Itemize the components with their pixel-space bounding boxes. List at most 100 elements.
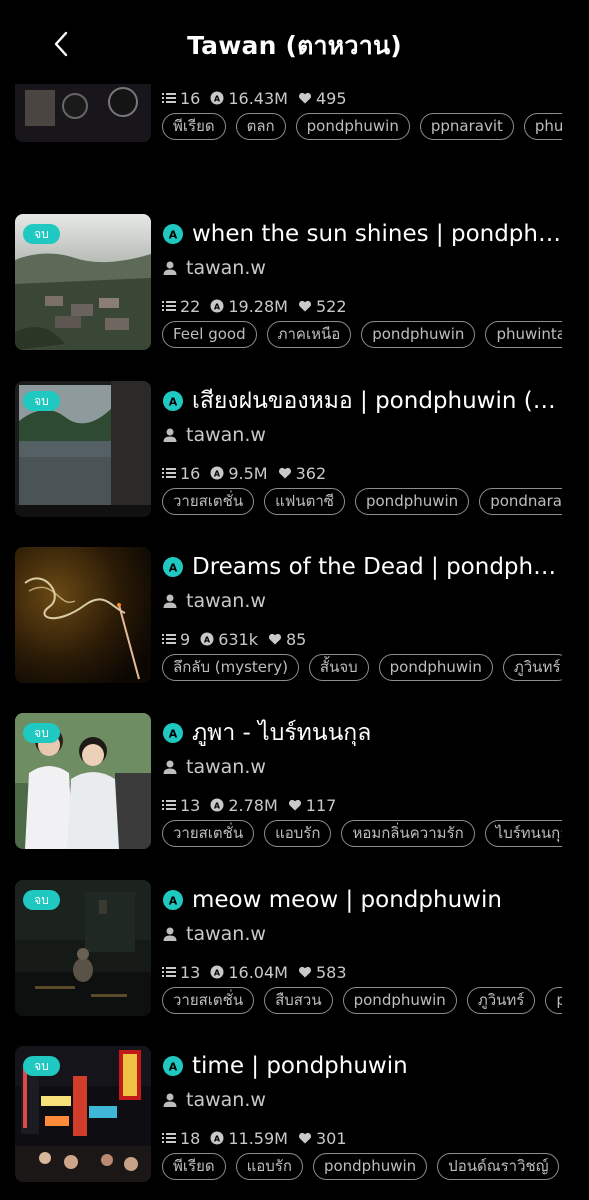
author-row[interactable]: tawan.w	[162, 256, 266, 280]
view-count: A 2.78M	[210, 795, 278, 815]
story-item[interactable]: จบ A ภูพา - ไบร์ทนนกุล tawan.w 13 A 2.78M 117 วา…	[0, 713, 589, 853]
tag-chip[interactable]: พีเรียด	[162, 113, 226, 140]
author-row[interactable]: tawan.w	[162, 1088, 266, 1112]
views-icon: A	[210, 91, 224, 105]
title-row[interactable]: A เสียงฝนของหมอ | pondphuwin (rain)	[162, 385, 562, 417]
svg-text:A: A	[214, 802, 221, 811]
title-row[interactable]: A Dreams of the Dead | pondphuwin	[162, 551, 562, 583]
story-item[interactable]: จบ A เสียงฝนของหมอ | pondphuwin (rain) tawa…	[0, 381, 589, 521]
story-cover[interactable]: จบ	[15, 214, 151, 350]
chapter-list-icon	[162, 800, 176, 810]
tag-chip[interactable]: pondphuwin	[312, 1153, 428, 1180]
tag-chip[interactable]: ppnaravit	[545, 987, 562, 1014]
svg-text:A: A	[214, 969, 221, 978]
tags-row[interactable]: วายสเตชั่น แฟนตาซี pondphuwin pondnaravit	[162, 488, 562, 516]
chapter-count-value: 13	[180, 962, 201, 982]
tag-chip[interactable]: pondphuwin	[378, 654, 493, 681]
tag-chip[interactable]: ตลก	[235, 113, 286, 140]
heart-icon	[298, 966, 311, 978]
heart-icon	[298, 300, 311, 312]
story-item[interactable]: จบ Atime | pondphuwin tawan.w 18 A 11.59M 301 พ…	[0, 1046, 589, 1186]
view-count: A 11.59M	[210, 1129, 288, 1148]
person-icon	[163, 760, 177, 774]
tag-chip[interactable]: ภาคเหนือ	[266, 321, 352, 348]
story-info: Ameow meow | pondphuwin tawan.w 13 A 16.04M 5…	[162, 880, 562, 1020]
person-icon	[163, 594, 177, 608]
author-name: tawan.w	[186, 923, 266, 945]
chapter-count: 16	[162, 89, 200, 108]
story-item[interactable]: จบ Awhen the sun shines | pondphuwin tawan…	[0, 214, 589, 354]
title-row[interactable]: Ameow meow | pondphuwin	[162, 884, 562, 916]
tag-chip[interactable]: พีเรียด	[162, 1153, 226, 1180]
author-row[interactable]: tawan.w	[162, 922, 266, 946]
tag-chip[interactable]: pondphuwin	[342, 987, 457, 1014]
svg-text:A: A	[214, 303, 221, 312]
title-row[interactable]: Awhen the sun shines | pondphuwin	[162, 218, 562, 250]
tag-chip[interactable]: pondphuwin	[354, 488, 470, 515]
stats-row: 13 A 2.78M 117	[162, 795, 346, 815]
views-icon: A	[200, 632, 214, 646]
title-row[interactable]: A ภูพา - ไบร์ทนนกุล	[162, 717, 562, 749]
story-cover[interactable]: จบ	[15, 1046, 151, 1182]
story-cover[interactable]: จบ	[15, 880, 151, 1016]
tag-chip[interactable]: pondnaravit	[479, 488, 562, 515]
page-title: Tawan (ตาหวาน)	[187, 31, 402, 60]
tag-chip[interactable]: วายสเตชั่น	[162, 987, 255, 1014]
chapter-list-icon	[162, 967, 176, 977]
chapter-count-value: 13	[180, 795, 201, 815]
tag-chip[interactable]: ppnaravit	[419, 113, 514, 140]
story-cover[interactable]	[15, 547, 151, 683]
title-row[interactable]: Atime | pondphuwin	[162, 1050, 562, 1082]
story-info: A Dreams of the Dead | pondphuwin tawan.w 9…	[162, 547, 562, 687]
like-count-value: 117	[305, 795, 337, 815]
tags-row[interactable]: Feel good ภาคเหนือ pondphuwin phuwintang	[162, 321, 562, 349]
heart-icon	[278, 467, 291, 479]
tag-chip[interactable]: ลึกลับ (mystery)	[162, 654, 299, 681]
story-info: Awhen the sun shines | pondphuwin tawan.w…	[162, 214, 562, 354]
tag-chip[interactable]: วายสเตชั่น	[162, 488, 255, 515]
author-row[interactable]: tawan.w	[162, 589, 266, 613]
svg-text:A: A	[169, 562, 178, 575]
author-row[interactable]: tawan.w	[162, 423, 266, 447]
tag-chip[interactable]: ภูวินทร์	[466, 987, 536, 1014]
story-title: time | pondphuwin	[192, 1053, 408, 1079]
heart-icon	[268, 633, 282, 645]
tag-chip[interactable]: แอบรัก	[235, 1153, 303, 1180]
tags-row[interactable]: พีเรียดแอบรักpondphuwinปอนด์ณราวิชญ์ภู	[162, 1153, 562, 1181]
story-list[interactable]: tawan.w 16 A 16.43M 495 พีเรียด ตลก pondphuwin p…	[0, 0, 589, 1200]
tag-chip[interactable]: phuwin	[523, 113, 562, 140]
story-title: meow meow | pondphuwin	[192, 887, 502, 913]
view-count-value: 2.78M	[228, 795, 278, 815]
tags-row[interactable]: วายสเตชั่น สืบสวน pondphuwin ภูวินทร์ ppnara…	[162, 987, 562, 1015]
tag-chip[interactable]: วายสเตชั่น	[162, 820, 255, 847]
tag-chip[interactable]: สั้นจบ	[308, 654, 369, 681]
person-icon	[163, 261, 177, 275]
tag-chip[interactable]: ไบร์ทนนกุล	[484, 820, 562, 847]
chapter-count: 18	[162, 1129, 200, 1148]
author-badge-icon: A	[162, 224, 183, 244]
chapter-count-value: 16	[180, 463, 201, 483]
tag-chip[interactable]: ปอนด์ณราวิชญ์	[437, 1153, 560, 1180]
story-cover[interactable]: จบ	[15, 713, 151, 849]
author-badge-icon: A	[162, 557, 183, 577]
tag-chip[interactable]: แอบรัก	[264, 820, 332, 847]
story-item[interactable]: จบ Ameow meow | pondphuwin tawan.w 13 A 16.04…	[0, 880, 589, 1020]
like-count: 522	[298, 297, 347, 316]
tags-row[interactable]: ลึกลับ (mystery) สั้นจบ pondphuwin ภูวินทร์…	[162, 654, 562, 682]
story-cover[interactable]: จบ	[15, 381, 151, 517]
view-count-value: 16.04M	[228, 962, 288, 982]
story-item[interactable]: A Dreams of the Dead | pondphuwin tawan.w 9…	[0, 547, 589, 687]
tag-chip[interactable]: ภูวินทร์	[502, 654, 562, 681]
author-name: tawan.w	[186, 257, 266, 279]
author-row[interactable]: tawan.w	[162, 755, 266, 779]
tag-chip[interactable]: แฟนตาซี	[264, 488, 345, 515]
tag-chip[interactable]: pondphuwin	[361, 321, 476, 348]
tag-chip[interactable]: Feel good	[162, 321, 257, 348]
tags-row[interactable]: พีเรียด ตลก pondphuwin ppnaravit phuwin	[162, 113, 562, 141]
tag-chip[interactable]: pondphuwin	[295, 113, 410, 140]
stats-row: 18 A 11.59M 301	[162, 1128, 357, 1148]
tag-chip[interactable]: สืบสวน	[264, 987, 333, 1014]
tag-chip[interactable]: phuwintang	[485, 321, 562, 348]
tags-row[interactable]: วายสเตชั่น แอบรัก หอมกลิ่นความรัก ไบร์ทนนกุ…	[162, 820, 562, 848]
tag-chip[interactable]: หอมกลิ่นความรัก	[341, 820, 475, 847]
